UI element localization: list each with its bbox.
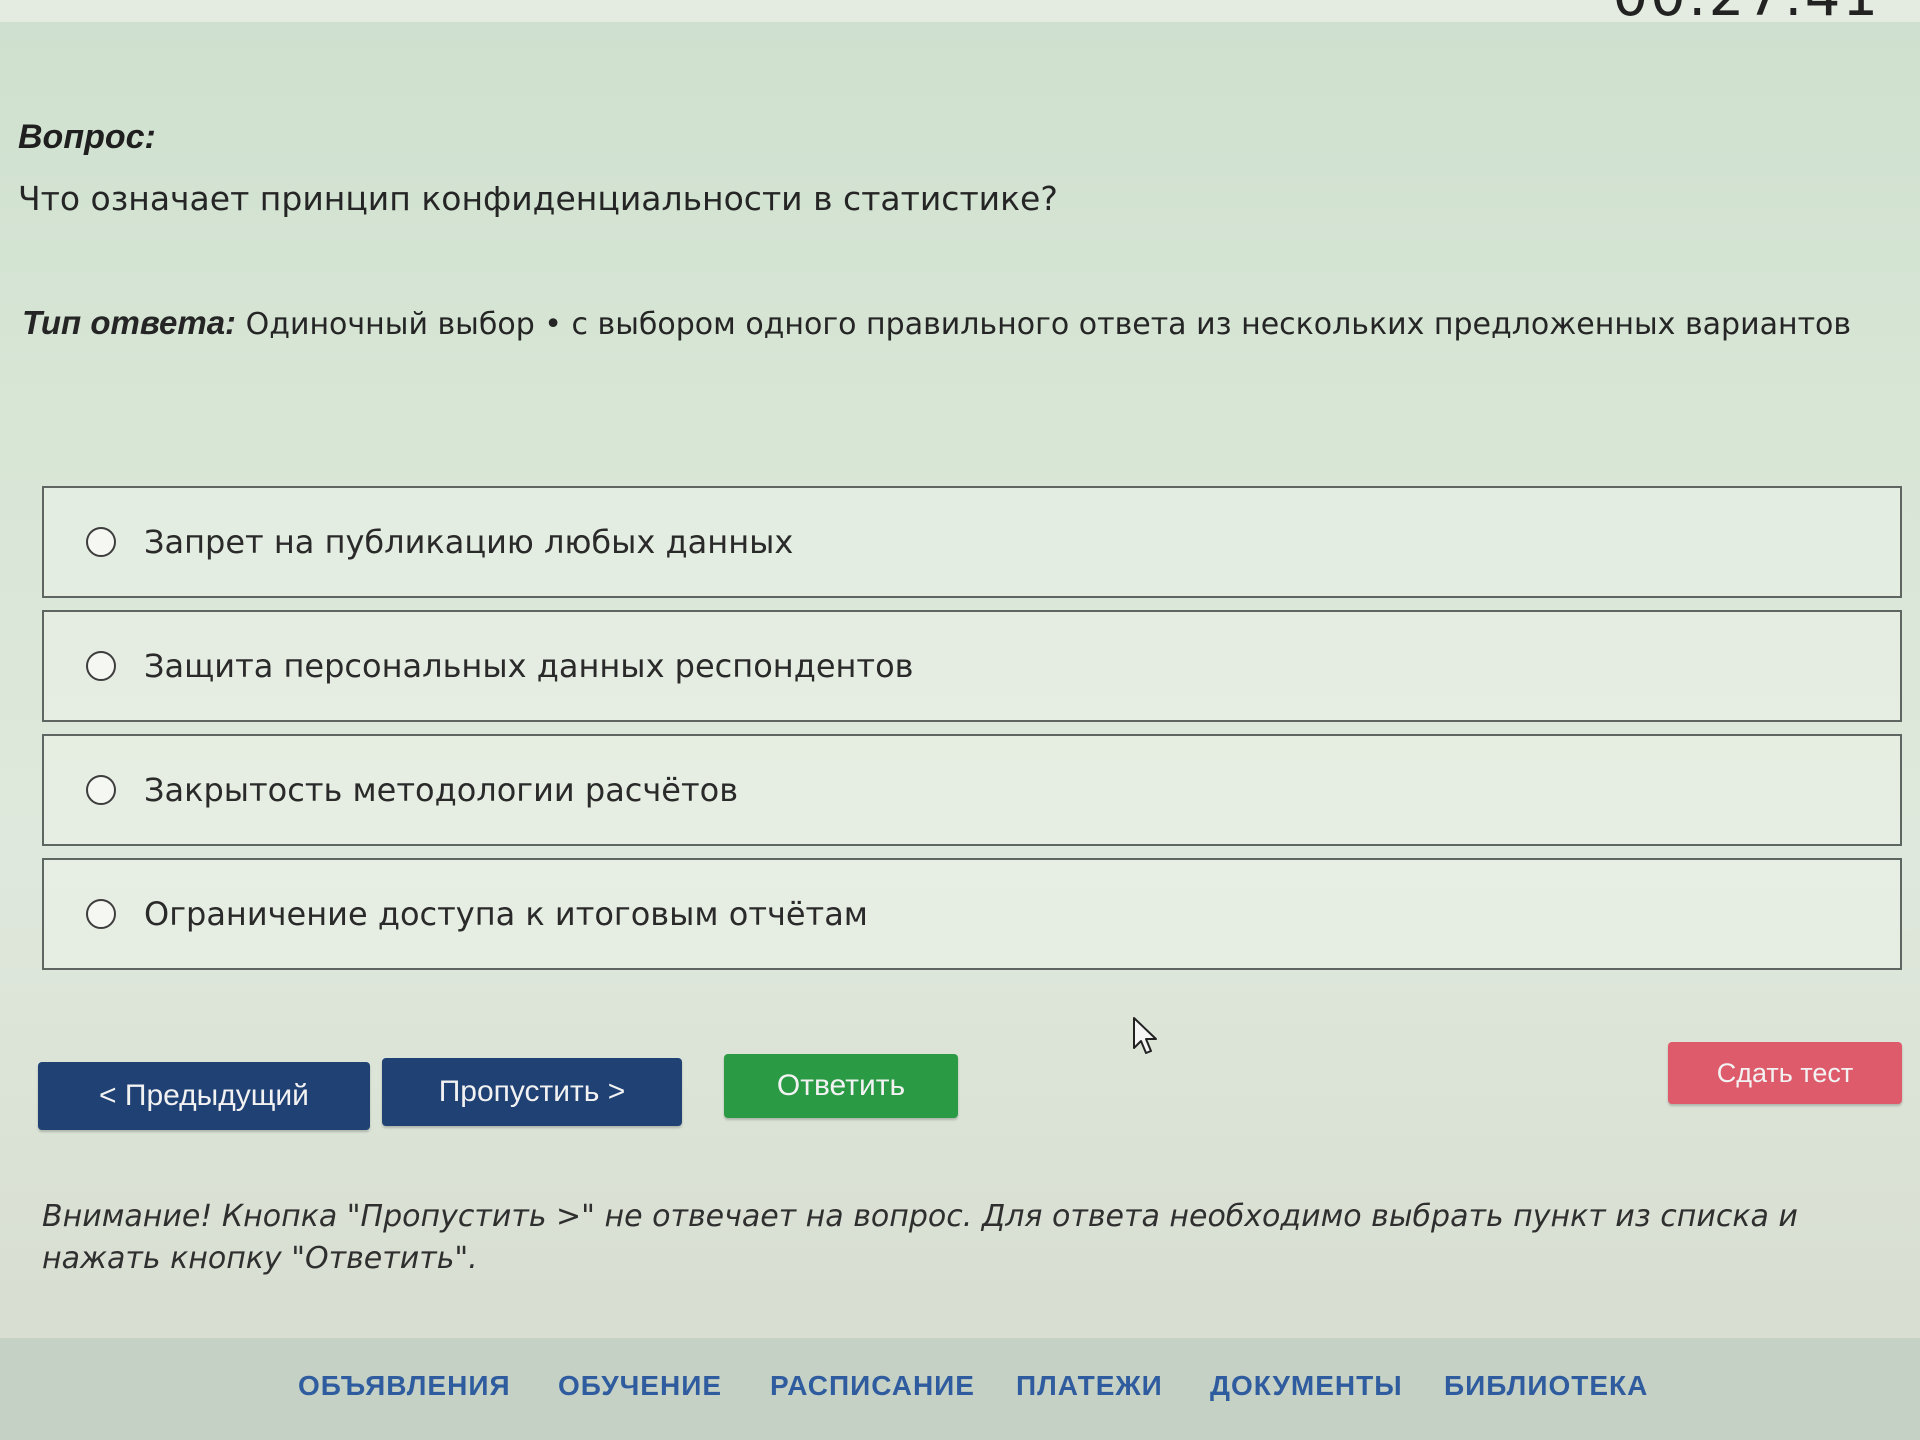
nav-link-education[interactable]: ОБУЧЕНИЕ [558,1370,722,1402]
action-buttons: < Предыдущий Пропустить > Ответить Сдать… [38,1042,1902,1136]
radio-button-icon[interactable] [86,527,116,557]
answer-option-1[interactable]: Запрет на публикацию любых данных [42,486,1902,598]
submit-test-button[interactable]: Сдать тест [1668,1042,1902,1104]
answer-option-3[interactable]: Закрытость методологии расчётов [42,734,1902,846]
answer-type-value: Одиночный выбор • с выбором одного прави… [245,307,1852,342]
answer-option-label: Закрытость методологии расчётов [144,771,739,809]
mouse-pointer-icon [1133,1017,1157,1054]
question-block: Вопрос: Что означает принцип конфиденциа… [18,118,1878,218]
radio-button-icon[interactable] [86,775,116,805]
answer-option-4[interactable]: Ограничение доступа к итоговым отчётам [42,858,1902,970]
skip-button[interactable]: Пропустить > [382,1058,682,1126]
question-text: Что означает принцип конфиденциальности … [18,179,1058,218]
nav-link-payments[interactable]: ПЛАТЕЖИ [1016,1370,1163,1402]
answer-option-label: Ограничение доступа к итоговым отчётам [144,895,868,933]
nav-link-announcements[interactable]: ОБЪЯВЛЕНИЯ [298,1370,511,1402]
answer-option-label: Запрет на публикацию любых данных [144,523,794,561]
answer-options: Запрет на публикацию любых данных Защита… [42,486,1902,982]
previous-button[interactable]: < Предыдущий [38,1062,370,1130]
answer-type-label: Тип ответа: [22,304,237,341]
question-label: Вопрос: [18,118,156,156]
radio-button-icon[interactable] [86,899,116,929]
answer-option-2[interactable]: Защита персональных данных респондентов [42,610,1902,722]
nav-link-schedule[interactable]: РАСПИСАНИЕ [770,1370,975,1402]
answer-type: Тип ответа: Одиночный выбор • с выбором … [22,304,1882,342]
radio-button-icon[interactable] [86,651,116,681]
answer-button[interactable]: Ответить [724,1054,958,1118]
warning-text: Внимание! Кнопка "Пропустить >" не отвеч… [42,1199,1798,1276]
timer: 00:27:41 [1612,0,1880,29]
answer-option-label: Защита персональных данных респондентов [144,647,914,685]
nav-link-documents[interactable]: ДОКУМЕНТЫ [1210,1370,1403,1402]
nav-link-library[interactable]: БИБЛИОТЕКА [1444,1370,1648,1402]
